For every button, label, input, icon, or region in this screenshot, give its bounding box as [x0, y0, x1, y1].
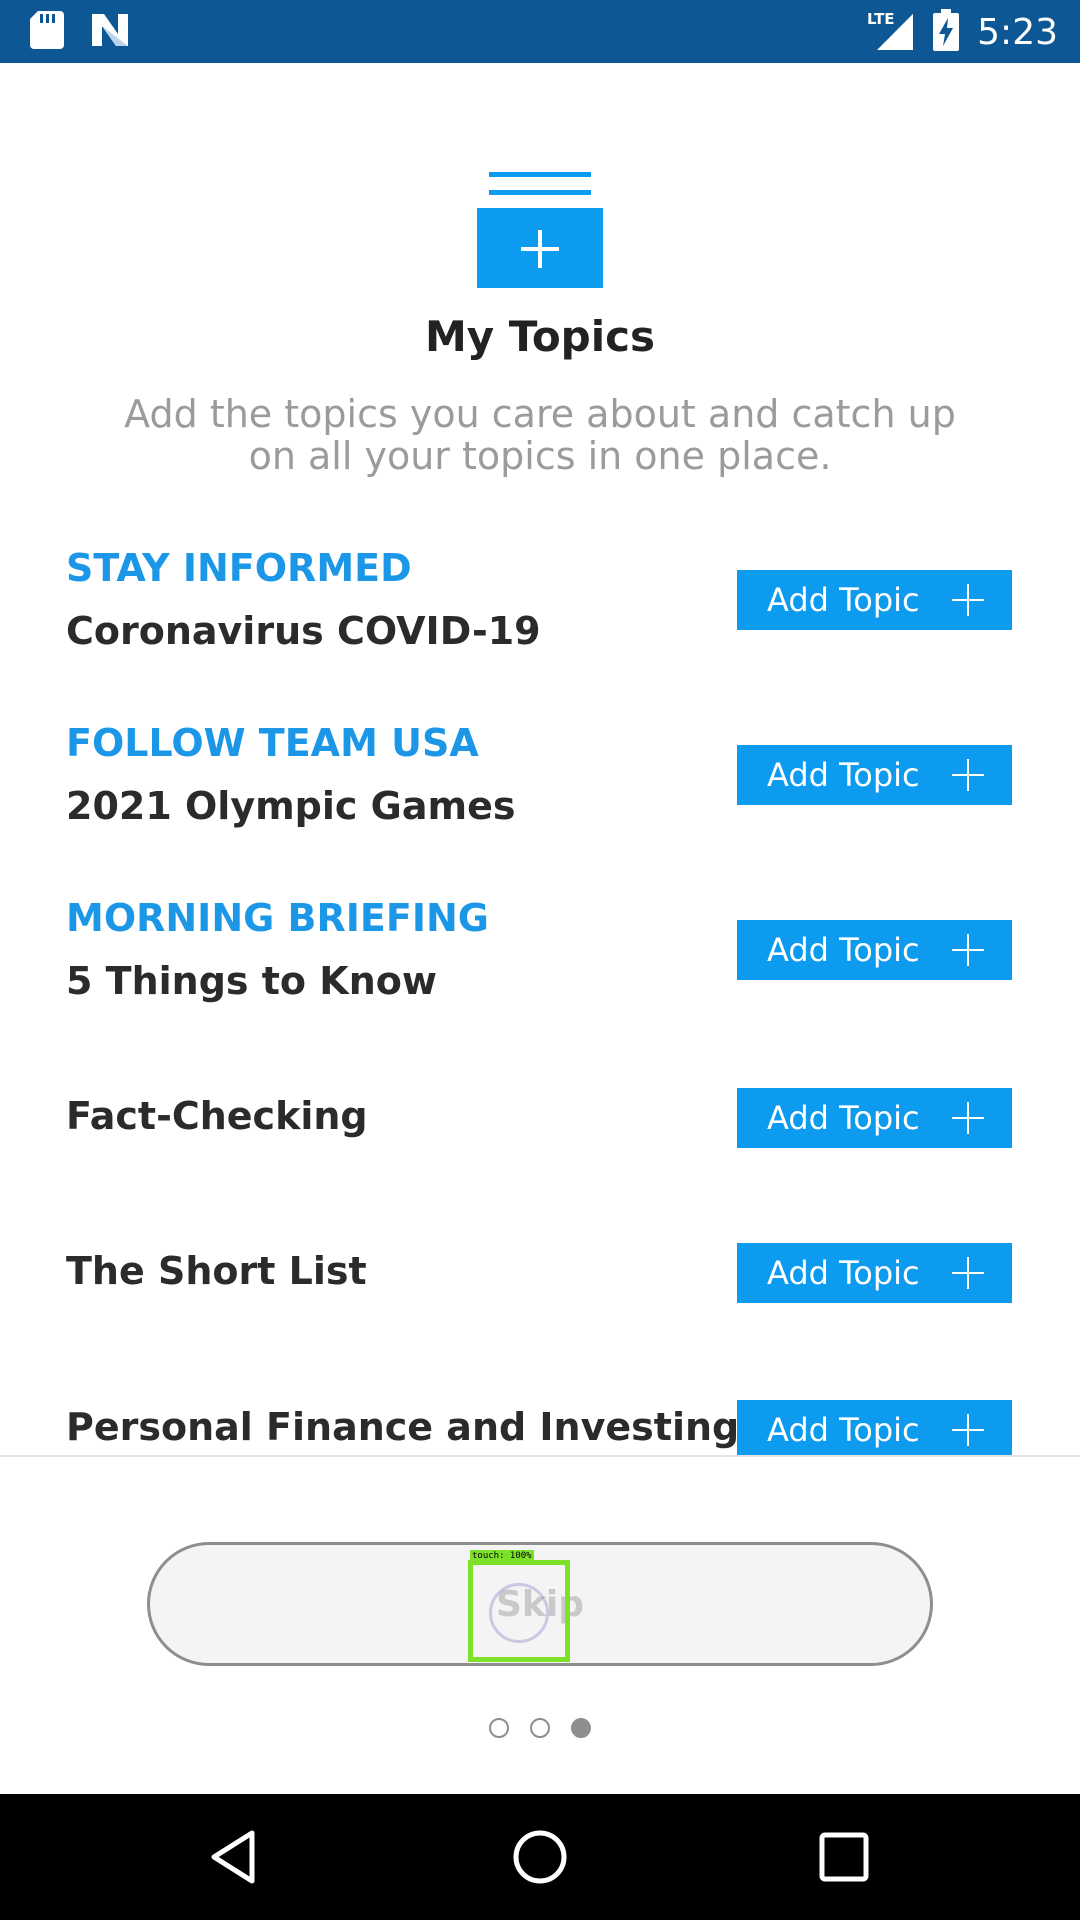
- back-icon[interactable]: [206, 1827, 266, 1887]
- add-topic-label: Add Topic: [767, 1099, 920, 1137]
- page-dot[interactable]: [489, 1718, 509, 1738]
- topic-name: 2021 Olympic Games: [66, 784, 516, 828]
- topic-kicker: MORNING BRIEFING: [66, 896, 489, 940]
- touch-tag: touch: 100%: [470, 1550, 534, 1562]
- plus-icon: [952, 759, 984, 791]
- add-topic-button[interactable]: Add Topic: [737, 1243, 1012, 1303]
- topic-name: Personal Finance and Investing: [66, 1405, 740, 1449]
- plus-icon: [952, 1102, 984, 1134]
- add-topic-label: Add Topic: [767, 756, 920, 794]
- svg-text:LTE: LTE: [867, 10, 895, 28]
- n-logo-icon: [90, 12, 130, 52]
- page-indicator: [0, 1718, 1080, 1738]
- add-topic-button[interactable]: Add Topic: [737, 1400, 1012, 1455]
- recents-icon[interactable]: [814, 1827, 874, 1887]
- navigation-bar: [0, 1794, 1080, 1920]
- add-topic-button[interactable]: Add Topic: [737, 1088, 1012, 1148]
- plus-icon: [952, 584, 984, 616]
- sd-card-icon: [30, 11, 64, 53]
- battery-charging-icon: [933, 9, 960, 55]
- plus-icon: [952, 934, 984, 966]
- page-subtitle: Add the topics you care about and catch …: [124, 392, 956, 478]
- topic-name: Coronavirus COVID-19: [66, 609, 541, 653]
- topic-name: Fact-Checking: [66, 1094, 368, 1138]
- home-icon[interactable]: [510, 1827, 570, 1887]
- topic-kicker: STAY INFORMED: [66, 546, 412, 590]
- status-time: 5:23: [977, 11, 1058, 53]
- topic-row: Personal Finance and Investing Add Topic: [0, 1380, 1080, 1455]
- topic-name: The Short List: [66, 1249, 367, 1293]
- add-topic-folder-icon: [477, 172, 603, 288]
- footer-divider: [0, 1455, 1080, 1457]
- add-topic-button[interactable]: Add Topic: [737, 745, 1012, 805]
- touch-highlight-box: [468, 1560, 570, 1662]
- plus-icon: [952, 1257, 984, 1289]
- status-bar: LTE 5:23: [0, 0, 1080, 63]
- topic-row: MORNING BRIEFING 5 Things to Know Add To…: [0, 880, 1080, 1025]
- page-dot-active[interactable]: [571, 1718, 591, 1738]
- topic-row: FOLLOW TEAM USA 2021 Olympic Games Add T…: [0, 705, 1080, 850]
- plus-icon: [952, 1414, 984, 1446]
- add-topic-label: Add Topic: [767, 1411, 920, 1449]
- add-topic-label: Add Topic: [767, 1254, 920, 1292]
- topic-row: The Short List Add Topic: [0, 1225, 1080, 1335]
- topics-list[interactable]: STAY INFORMED Coronavirus COVID-19 Add T…: [0, 530, 1080, 1455]
- topic-name: 5 Things to Know: [66, 959, 437, 1003]
- add-topic-button[interactable]: Add Topic: [737, 570, 1012, 630]
- lte-signal-icon: LTE: [867, 8, 915, 56]
- add-topic-label: Add Topic: [767, 581, 920, 619]
- add-topic-button[interactable]: Add Topic: [737, 920, 1012, 980]
- topic-row: STAY INFORMED Coronavirus COVID-19 Add T…: [0, 530, 1080, 675]
- page-dot[interactable]: [530, 1718, 550, 1738]
- topic-kicker: FOLLOW TEAM USA: [66, 721, 479, 765]
- page-title: My Topics: [424, 312, 656, 361]
- add-topic-label: Add Topic: [767, 931, 920, 969]
- topic-row: Fact-Checking Add Topic: [0, 1070, 1080, 1180]
